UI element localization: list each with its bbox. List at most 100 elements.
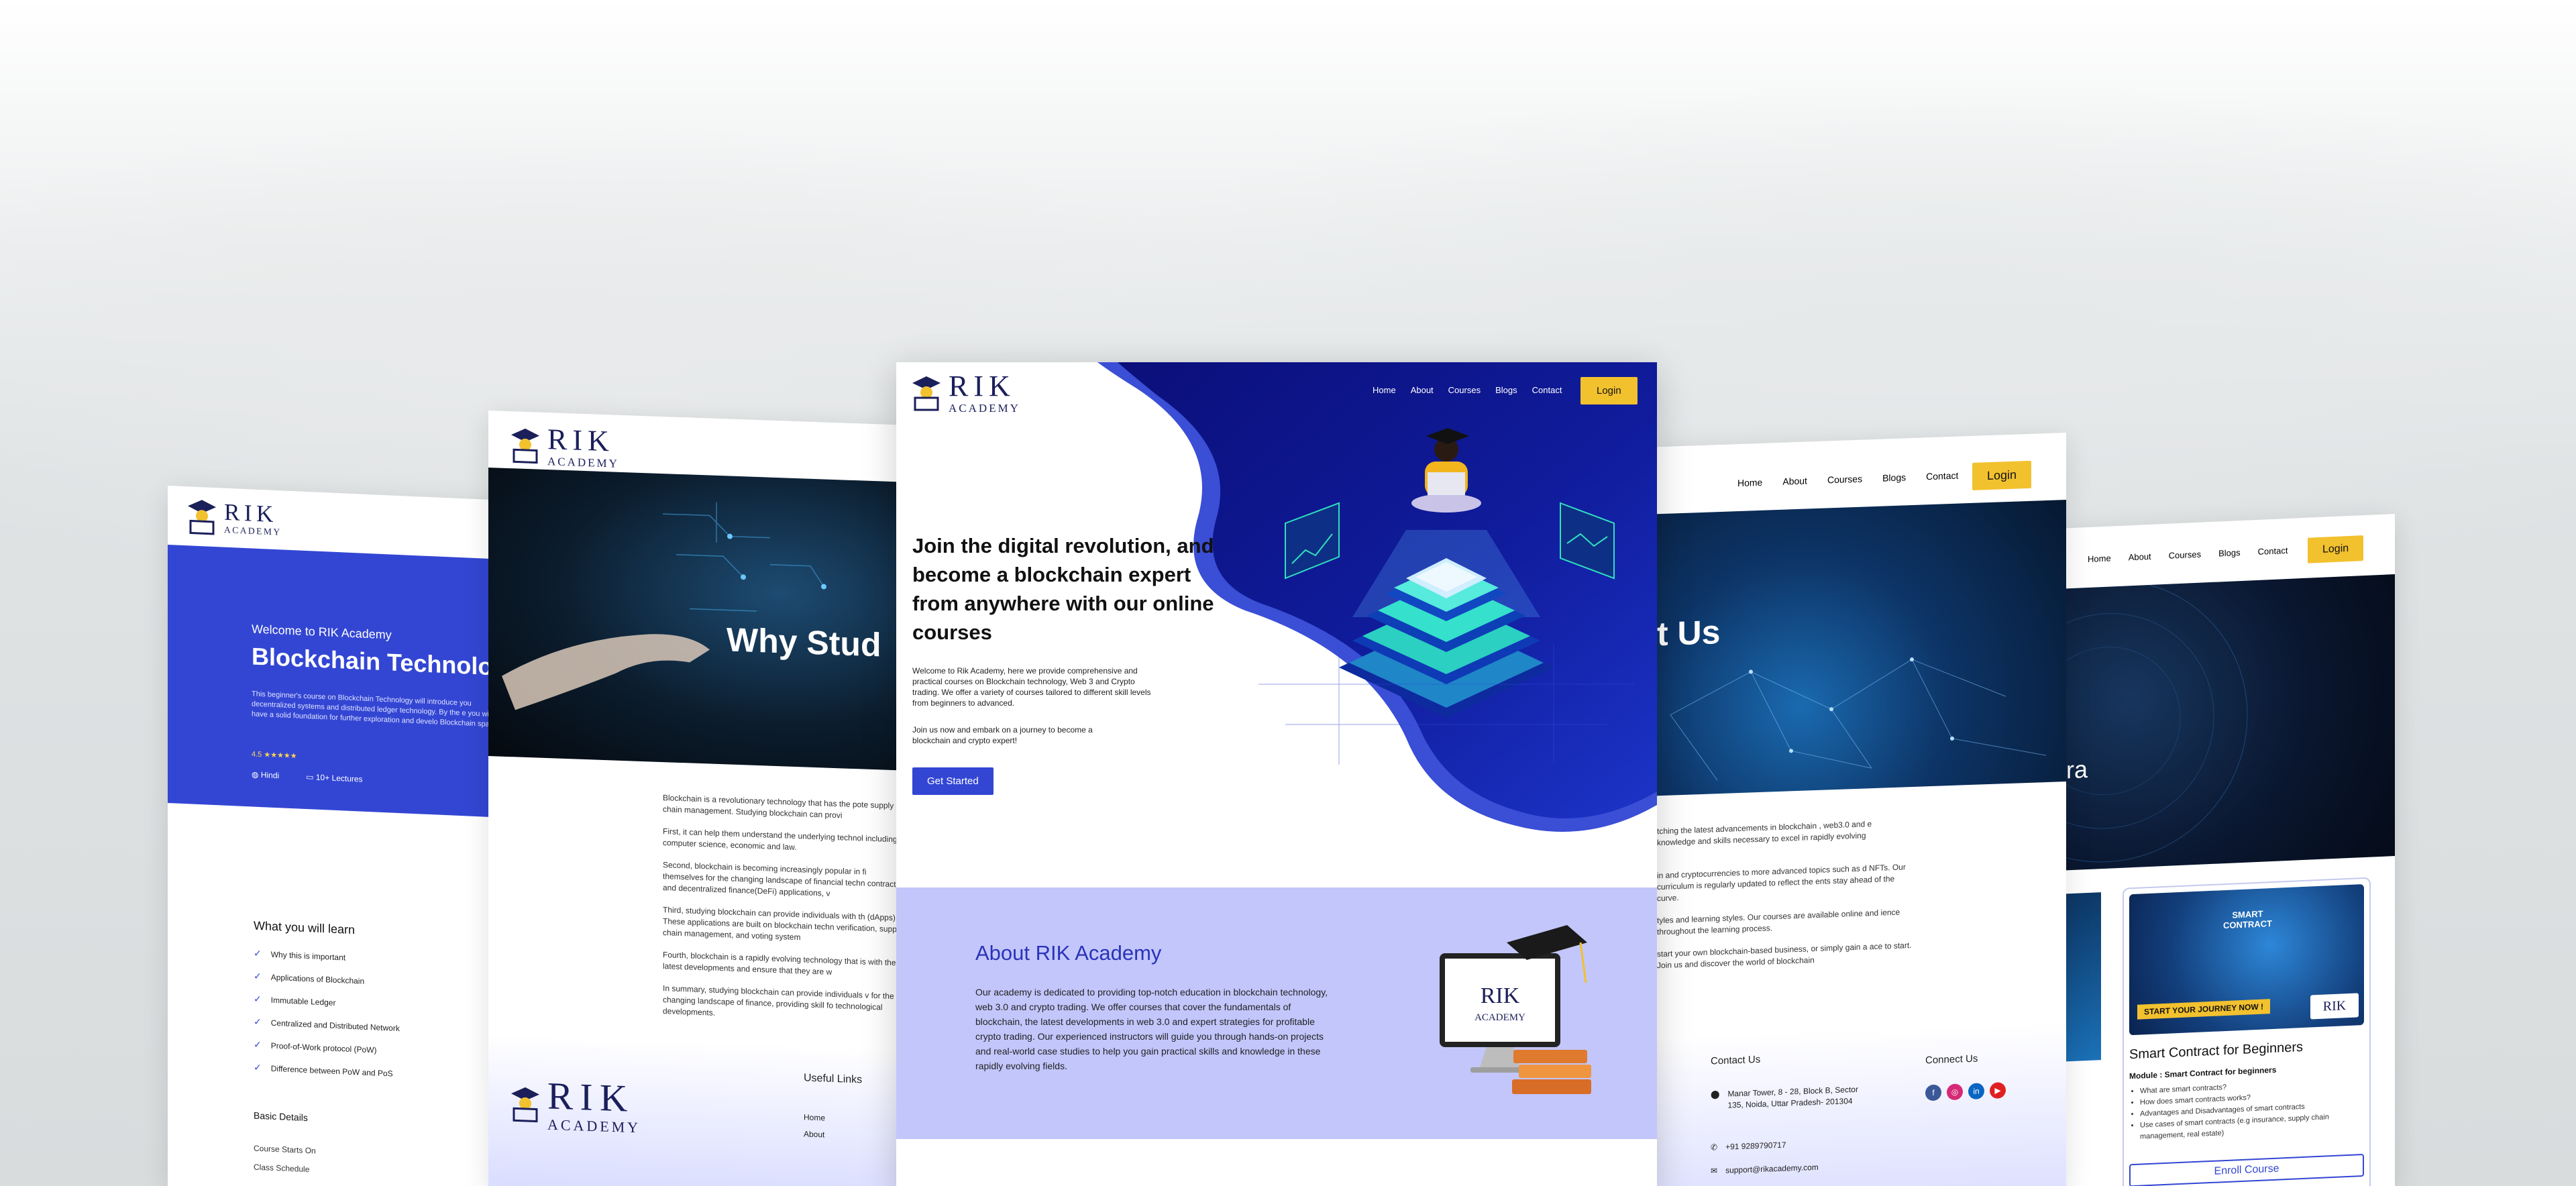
nav-bar: Home About Courses Blogs Contact [1373, 385, 1562, 395]
nav-courses[interactable]: Courses [2169, 549, 2201, 561]
nav-about[interactable]: About [2129, 551, 2151, 562]
nav-bar: Home About Courses Blogs Contact [2088, 545, 2288, 564]
learn-item: ✓ Proof-of-Work protocol (PoW) [254, 1038, 377, 1055]
course-card-image: SMART CONTRACT START YOUR JOURNEY NOW ! R… [2129, 884, 2364, 1036]
nav-about[interactable]: About [1411, 385, 1434, 395]
nav-courses[interactable]: Courses [1448, 385, 1481, 395]
contact-title: Contact Us [1711, 1053, 1761, 1067]
globe-hero: ra [2066, 574, 2395, 871]
address-text: Manar Tower, 8 - 28, Block B, Sector 135… [1727, 1084, 1858, 1110]
rik-logo[interactable]: RIK ACADEMY [911, 372, 1020, 414]
nav-blogs[interactable]: Blogs [1495, 385, 1517, 395]
instagram-icon[interactable]: ◎ [1947, 1083, 1963, 1101]
course-starts-label: Course Starts On [254, 1143, 316, 1156]
hero-join-text: Join us now and embark on a journey to b… [912, 725, 1093, 745]
login-button[interactable]: Login [1580, 377, 1638, 405]
footer-link-home[interactable]: Home [804, 1112, 825, 1122]
svg-text:RIK: RIK [1481, 983, 1520, 1008]
connect-title: Connect Us [1925, 1053, 1978, 1067]
article-body: Blockchain is a revolutionary technology… [663, 792, 904, 1036]
module-label: Module : [2129, 1070, 2163, 1081]
nav-home[interactable]: Home [1373, 385, 1396, 395]
globe-graphic [2066, 580, 2248, 863]
nav-contact[interactable]: Contact [1926, 470, 1958, 482]
check-icon: ✓ [254, 1038, 262, 1050]
paragraph: in and cryptocurrencies to more advanced… [1657, 862, 1906, 904]
check-icon: ✓ [254, 1016, 262, 1028]
nav-contact[interactable]: Contact [2258, 545, 2288, 557]
rik-logo[interactable]: RIK ACADEMY [510, 423, 619, 470]
nav-home[interactable]: Home [1737, 477, 1762, 488]
useful-links-title: Useful Links [804, 1072, 863, 1086]
login-button[interactable]: Login [1972, 460, 2032, 490]
paragraph: Blockchain is a revolutionary technology… [663, 793, 894, 820]
course-title: Blockchain Technolo [252, 642, 493, 681]
phone-text[interactable]: +91 9289790717 [1725, 1140, 1786, 1152]
lectures-info: ▭ 10+ Lectures [306, 772, 363, 784]
email-text[interactable]: support@rikacademy.com [1725, 1163, 1819, 1175]
learn-item: ✓ Immutable Ledger [254, 993, 336, 1008]
nav-blogs[interactable]: Blogs [2218, 547, 2241, 558]
about-hero: t Us [1657, 500, 2066, 796]
module-name: Smart Contract for beginners [2164, 1065, 2277, 1079]
footer-logo[interactable]: RIK ACADEMY [510, 1075, 641, 1136]
hero-title: Why Stud [727, 621, 881, 664]
paragraph: First, it can help them understand the u… [663, 826, 898, 853]
about-section: About RIK Academy Our academy is dedicat… [896, 887, 1657, 1139]
nav-courses[interactable]: Courses [1827, 474, 1862, 486]
about-body: tching the latest advancements in blockc… [1657, 817, 1912, 982]
paragraph: start your own blockchain-based business… [1657, 940, 1912, 971]
footer-link-about[interactable]: About [804, 1129, 824, 1139]
card-title: Smart Contract for Beginners [2129, 1039, 2303, 1063]
paragraph: tching the latest advancements in blockc… [1657, 819, 1872, 848]
nav-home[interactable]: Home [2088, 553, 2111, 564]
nav-bar: Home About Courses Blogs Contact [1737, 470, 1958, 489]
footer: Contact Us ⬤ Manar Tower, 8 - 28, Block B… [1657, 1023, 2066, 1186]
logo-sub: ACADEMY [224, 524, 282, 537]
hero-title: Join the digital revolution, and become … [912, 534, 1214, 644]
graduate-icon [186, 498, 217, 535]
mockup-stage: RIK ACADEMY Welcome to RIK Academy Blockc… [0, 0, 2576, 1186]
nav-about[interactable]: About [1782, 475, 1807, 486]
course-page-screen: RIK ACADEMY Welcome to RIK Academy Blockc… [168, 486, 543, 1186]
paragraph: Fourth, blockchain is a rapidly evolving… [663, 950, 896, 977]
welcome-text: Welcome to RIK Academy [252, 622, 392, 642]
courses-screen: Home About Courses Blogs Contact Login r… [2066, 514, 2395, 1186]
logo-name: RIK [949, 370, 1016, 402]
start-journey-ribbon: START YOUR JOURNEY NOW ! [2137, 999, 2271, 1020]
graduate-icon [911, 375, 942, 411]
learn-item: ✓ Centralized and Distributed Network [254, 1016, 400, 1033]
card-logo: RIK [2310, 993, 2359, 1020]
logo-name: RIK [224, 498, 278, 528]
nav-contact[interactable]: Contact [1532, 385, 1562, 395]
rik-logo[interactable]: RIK ACADEMY [186, 494, 296, 541]
paragraph: tyles and learning styles. Our courses a… [1657, 907, 1900, 937]
check-icon: ✓ [254, 970, 262, 982]
chart-panel-icon [1285, 502, 1340, 580]
login-button[interactable]: Login [2308, 535, 2364, 563]
course-description: This beginner's course on Blockchain Tec… [252, 690, 500, 729]
check-icon: ✓ [254, 947, 262, 959]
banner-line: CONTRACT [2223, 918, 2272, 931]
basic-details-title: Basic Details [254, 1110, 308, 1124]
graph-panel-icon [1560, 502, 1615, 580]
get-started-button[interactable]: Get Started [912, 767, 994, 795]
learn-section: What you will learn ✓ Why this is importa… [254, 919, 400, 1091]
learn-item: ✓ Difference between PoW and PoS [254, 1061, 393, 1079]
youtube-icon[interactable]: ▶ [1990, 1082, 2006, 1099]
hero-section: RIK ACADEMY Home About Courses Blogs Cont… [896, 362, 1657, 899]
home-page-screen: RIK ACADEMY Home About Courses Blogs Cont… [896, 362, 1657, 1186]
nav-blogs[interactable]: Blogs [1882, 472, 1906, 483]
graduate-icon [510, 1085, 541, 1123]
enroll-course-button[interactable]: Enroll Course [2129, 1154, 2364, 1186]
circuit-graphic [502, 502, 826, 710]
linkedin-icon[interactable]: in [1968, 1083, 1984, 1100]
rating-stars: 4.5 ★★★★★ [252, 750, 297, 761]
prev-course-card[interactable] [2066, 892, 2101, 1062]
phone-icon: ✆ [1711, 1142, 1718, 1152]
course-hero: Welcome to RIK Academy Blockchain Techno… [168, 545, 543, 820]
why-study-hero: Why Stud [488, 468, 904, 771]
facebook-icon[interactable]: f [1925, 1084, 1941, 1101]
hero-text-fragment: ra [2066, 755, 2088, 784]
course-card[interactable]: SMART CONTRACT START YOUR JOURNEY NOW ! R… [2123, 877, 2371, 1186]
